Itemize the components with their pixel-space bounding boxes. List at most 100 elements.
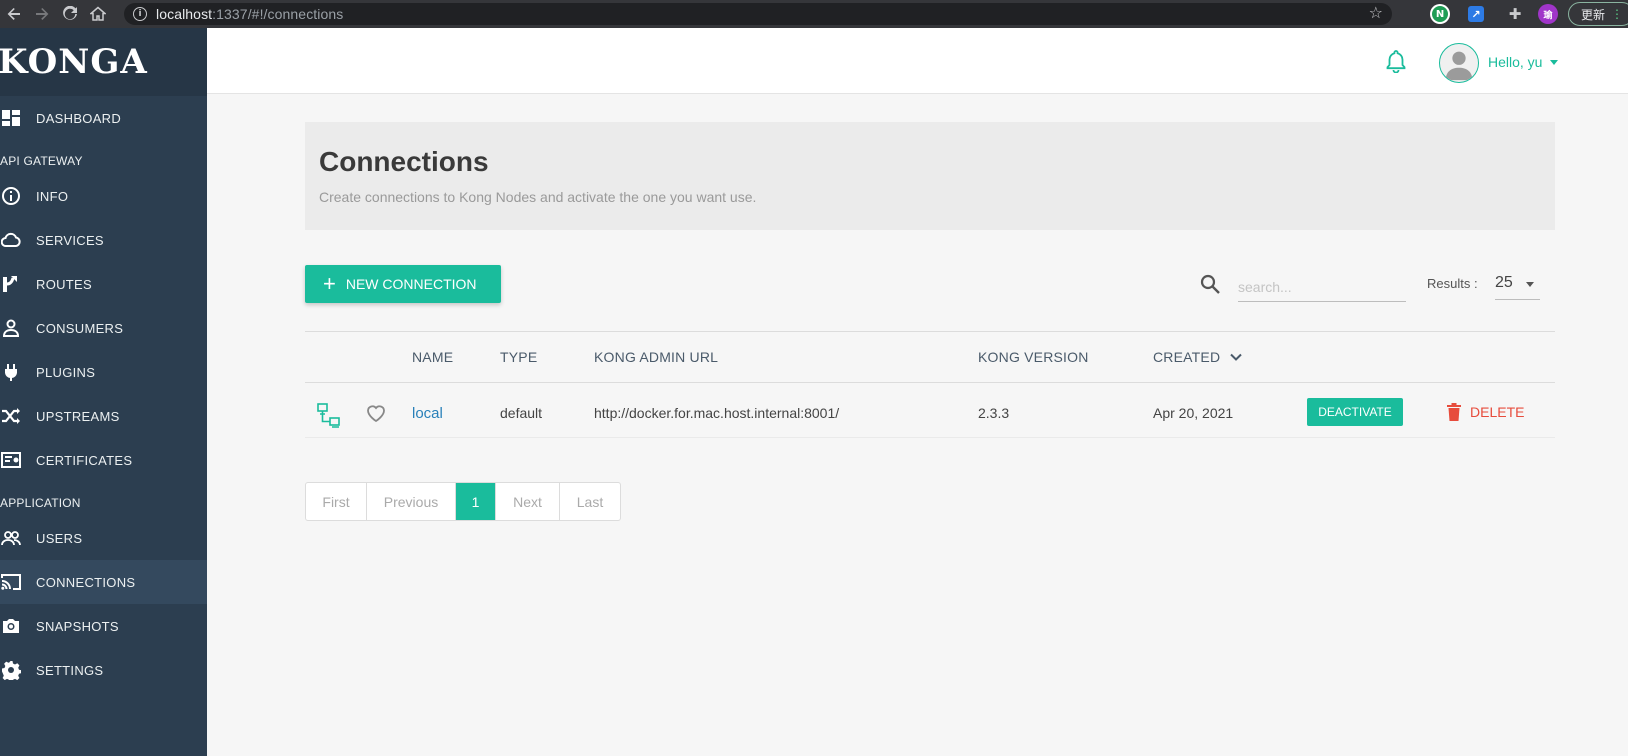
dropdown-arrow-icon <box>1526 282 1534 287</box>
user-greeting[interactable]: Hello, yu <box>1488 54 1542 70</box>
connection-network-icon[interactable] <box>316 402 342 428</box>
sidebar-item-label: UPSTREAMS <box>36 408 120 424</box>
trash-icon <box>1447 403 1461 421</box>
sidebar-item-upstreams[interactable]: UPSTREAMS <box>0 394 207 438</box>
new-connection-button[interactable]: + NEW CONNECTION <box>305 265 501 303</box>
sidebar-item-users[interactable]: USERS <box>0 516 207 560</box>
plug-icon <box>0 362 36 382</box>
site-info-icon[interactable]: i <box>133 7 147 21</box>
table-row-divider <box>305 437 1555 438</box>
sidebar-item-label: SERVICES <box>36 232 104 248</box>
column-header-created[interactable]: CREATED <box>1153 349 1220 365</box>
heart-icon[interactable] <box>365 402 387 424</box>
connection-name-link[interactable]: local <box>412 405 443 422</box>
pagination: First Previous 1 Next Last <box>305 482 621 521</box>
page-title: Connections <box>319 146 489 177</box>
connection-type: default <box>500 405 543 421</box>
results-label: Results : <box>1427 276 1478 291</box>
sidebar-item-label: INFO <box>36 188 69 204</box>
browser-toolbar: i localhost:1337/#!/connections ☆ N ↗ ✚ … <box>0 0 1628 28</box>
pagination-previous[interactable]: Previous <box>367 483 456 520</box>
top-navbar: Hello, yu <box>207 28 1628 94</box>
sidebar-item-certificates[interactable]: CERTIFICATES <box>0 438 207 482</box>
connection-created: Apr 20, 2021 <box>1153 405 1234 421</box>
sidebar-item-label: SNAPSHOTS <box>36 618 119 634</box>
extensions-puzzle-icon[interactable]: ✚ <box>1505 4 1525 24</box>
certificate-icon <box>0 450 36 470</box>
sidebar-item-label: USERS <box>36 530 83 546</box>
pagination-first[interactable]: First <box>306 483 367 520</box>
sidebar-item-routes[interactable]: ROUTES <box>0 262 207 306</box>
page-subtitle: Create connections to Kong Nodes and act… <box>319 189 757 205</box>
info-icon <box>0 186 36 206</box>
sidebar-item-connections[interactable]: CONNECTIONS <box>0 560 207 604</box>
routes-icon <box>0 274 36 294</box>
notification-bell-icon[interactable] <box>1385 49 1407 73</box>
konga-logo[interactable]: KONGA <box>0 42 148 82</box>
sidebar-item-label: CONSUMERS <box>36 320 124 336</box>
page-header: Connections Create connections to Kong N… <box>305 122 1555 230</box>
results-per-page-value: 25 <box>1495 274 1513 291</box>
users-icon <box>0 528 36 548</box>
sidebar-item-consumers[interactable]: CONSUMERS <box>0 306 207 350</box>
sidebar-item-info[interactable]: INFO <box>0 174 207 218</box>
pagination-next[interactable]: Next <box>496 483 560 520</box>
bookmark-star-icon[interactable]: ☆ <box>1369 5 1383 23</box>
connection-url: http://docker.for.mac.host.internal:8001… <box>594 405 840 421</box>
extension-link-icon[interactable]: ↗ <box>1468 6 1484 22</box>
sidebar: KONGA DASHBOARD API GATEWAY INFO SERVICE… <box>0 28 207 756</box>
plus-icon: + <box>323 271 336 296</box>
shuffle-icon <box>0 406 36 426</box>
sidebar-item-plugins[interactable]: PLUGINS <box>0 350 207 394</box>
sidebar-item-services[interactable]: SERVICES <box>0 218 207 262</box>
connection-version: 2.3.3 <box>978 405 1010 421</box>
dashboard-icon <box>0 108 36 128</box>
gear-icon <box>0 660 36 680</box>
profile-avatar-icon[interactable]: 瑜 <box>1538 4 1558 24</box>
profile-initial: 瑜 <box>1543 10 1553 21</box>
column-header-type[interactable]: TYPE <box>500 349 537 365</box>
pagination-last[interactable]: Last <box>560 483 620 520</box>
column-header-name[interactable]: NAME <box>412 349 453 365</box>
column-header-version[interactable]: KONG VERSION <box>978 349 1089 365</box>
sort-chevron-down-icon[interactable] <box>1229 350 1243 364</box>
home-icon[interactable] <box>84 0 112 28</box>
table-header-divider <box>305 382 1555 383</box>
sidebar-section-application: APPLICATION <box>0 496 81 510</box>
results-per-page-select[interactable]: 25 <box>1495 270 1540 300</box>
camera-icon <box>0 616 36 636</box>
new-connection-label: NEW CONNECTION <box>345 276 477 292</box>
sidebar-item-settings[interactable]: SETTINGS <box>0 648 207 692</box>
forward-icon[interactable] <box>28 0 56 28</box>
browser-update-button[interactable]: 更新 ⋮ <box>1568 2 1628 26</box>
delete-button[interactable]: DELETE <box>1446 403 1524 421</box>
sidebar-item-snapshots[interactable]: SNAPSHOTS <box>0 604 207 648</box>
sidebar-item-label: ROUTES <box>36 276 92 292</box>
sidebar-item-label: CERTIFICATES <box>36 452 133 468</box>
person-icon <box>0 318 36 338</box>
cloud-icon <box>0 230 36 250</box>
deactivate-label: DEACTIVATE <box>1318 405 1392 419</box>
cast-icon <box>0 572 36 592</box>
delete-label: DELETE <box>1470 404 1525 420</box>
sidebar-item-label: SETTINGS <box>36 662 104 678</box>
deactivate-button[interactable]: DEACTIVATE <box>1307 398 1403 426</box>
user-avatar[interactable] <box>1439 43 1479 83</box>
pagination-page-1[interactable]: 1 <box>456 483 496 520</box>
address-bar[interactable]: i localhost:1337/#!/connections ☆ <box>124 3 1392 25</box>
logo-bar: KONGA <box>0 28 207 96</box>
sidebar-item-label: PLUGINS <box>36 364 96 380</box>
back-icon[interactable] <box>0 0 28 28</box>
sidebar-section-api-gateway: API GATEWAY <box>0 154 83 168</box>
sidebar-item-dashboard[interactable]: DASHBOARD <box>0 96 207 140</box>
column-header-url[interactable]: KONG ADMIN URL <box>594 349 718 365</box>
reload-icon[interactable] <box>56 0 84 28</box>
search-input[interactable] <box>1238 272 1406 302</box>
url-text: localhost:1337/#!/connections <box>156 6 344 22</box>
sidebar-item-label: CONNECTIONS <box>36 574 136 590</box>
user-menu-caret-icon[interactable] <box>1550 60 1558 65</box>
table-top-divider <box>305 331 1555 332</box>
search-icon[interactable] <box>1199 273 1221 295</box>
extension-n-icon[interactable]: N <box>1430 4 1450 24</box>
sidebar-item-label: DASHBOARD <box>36 110 122 126</box>
